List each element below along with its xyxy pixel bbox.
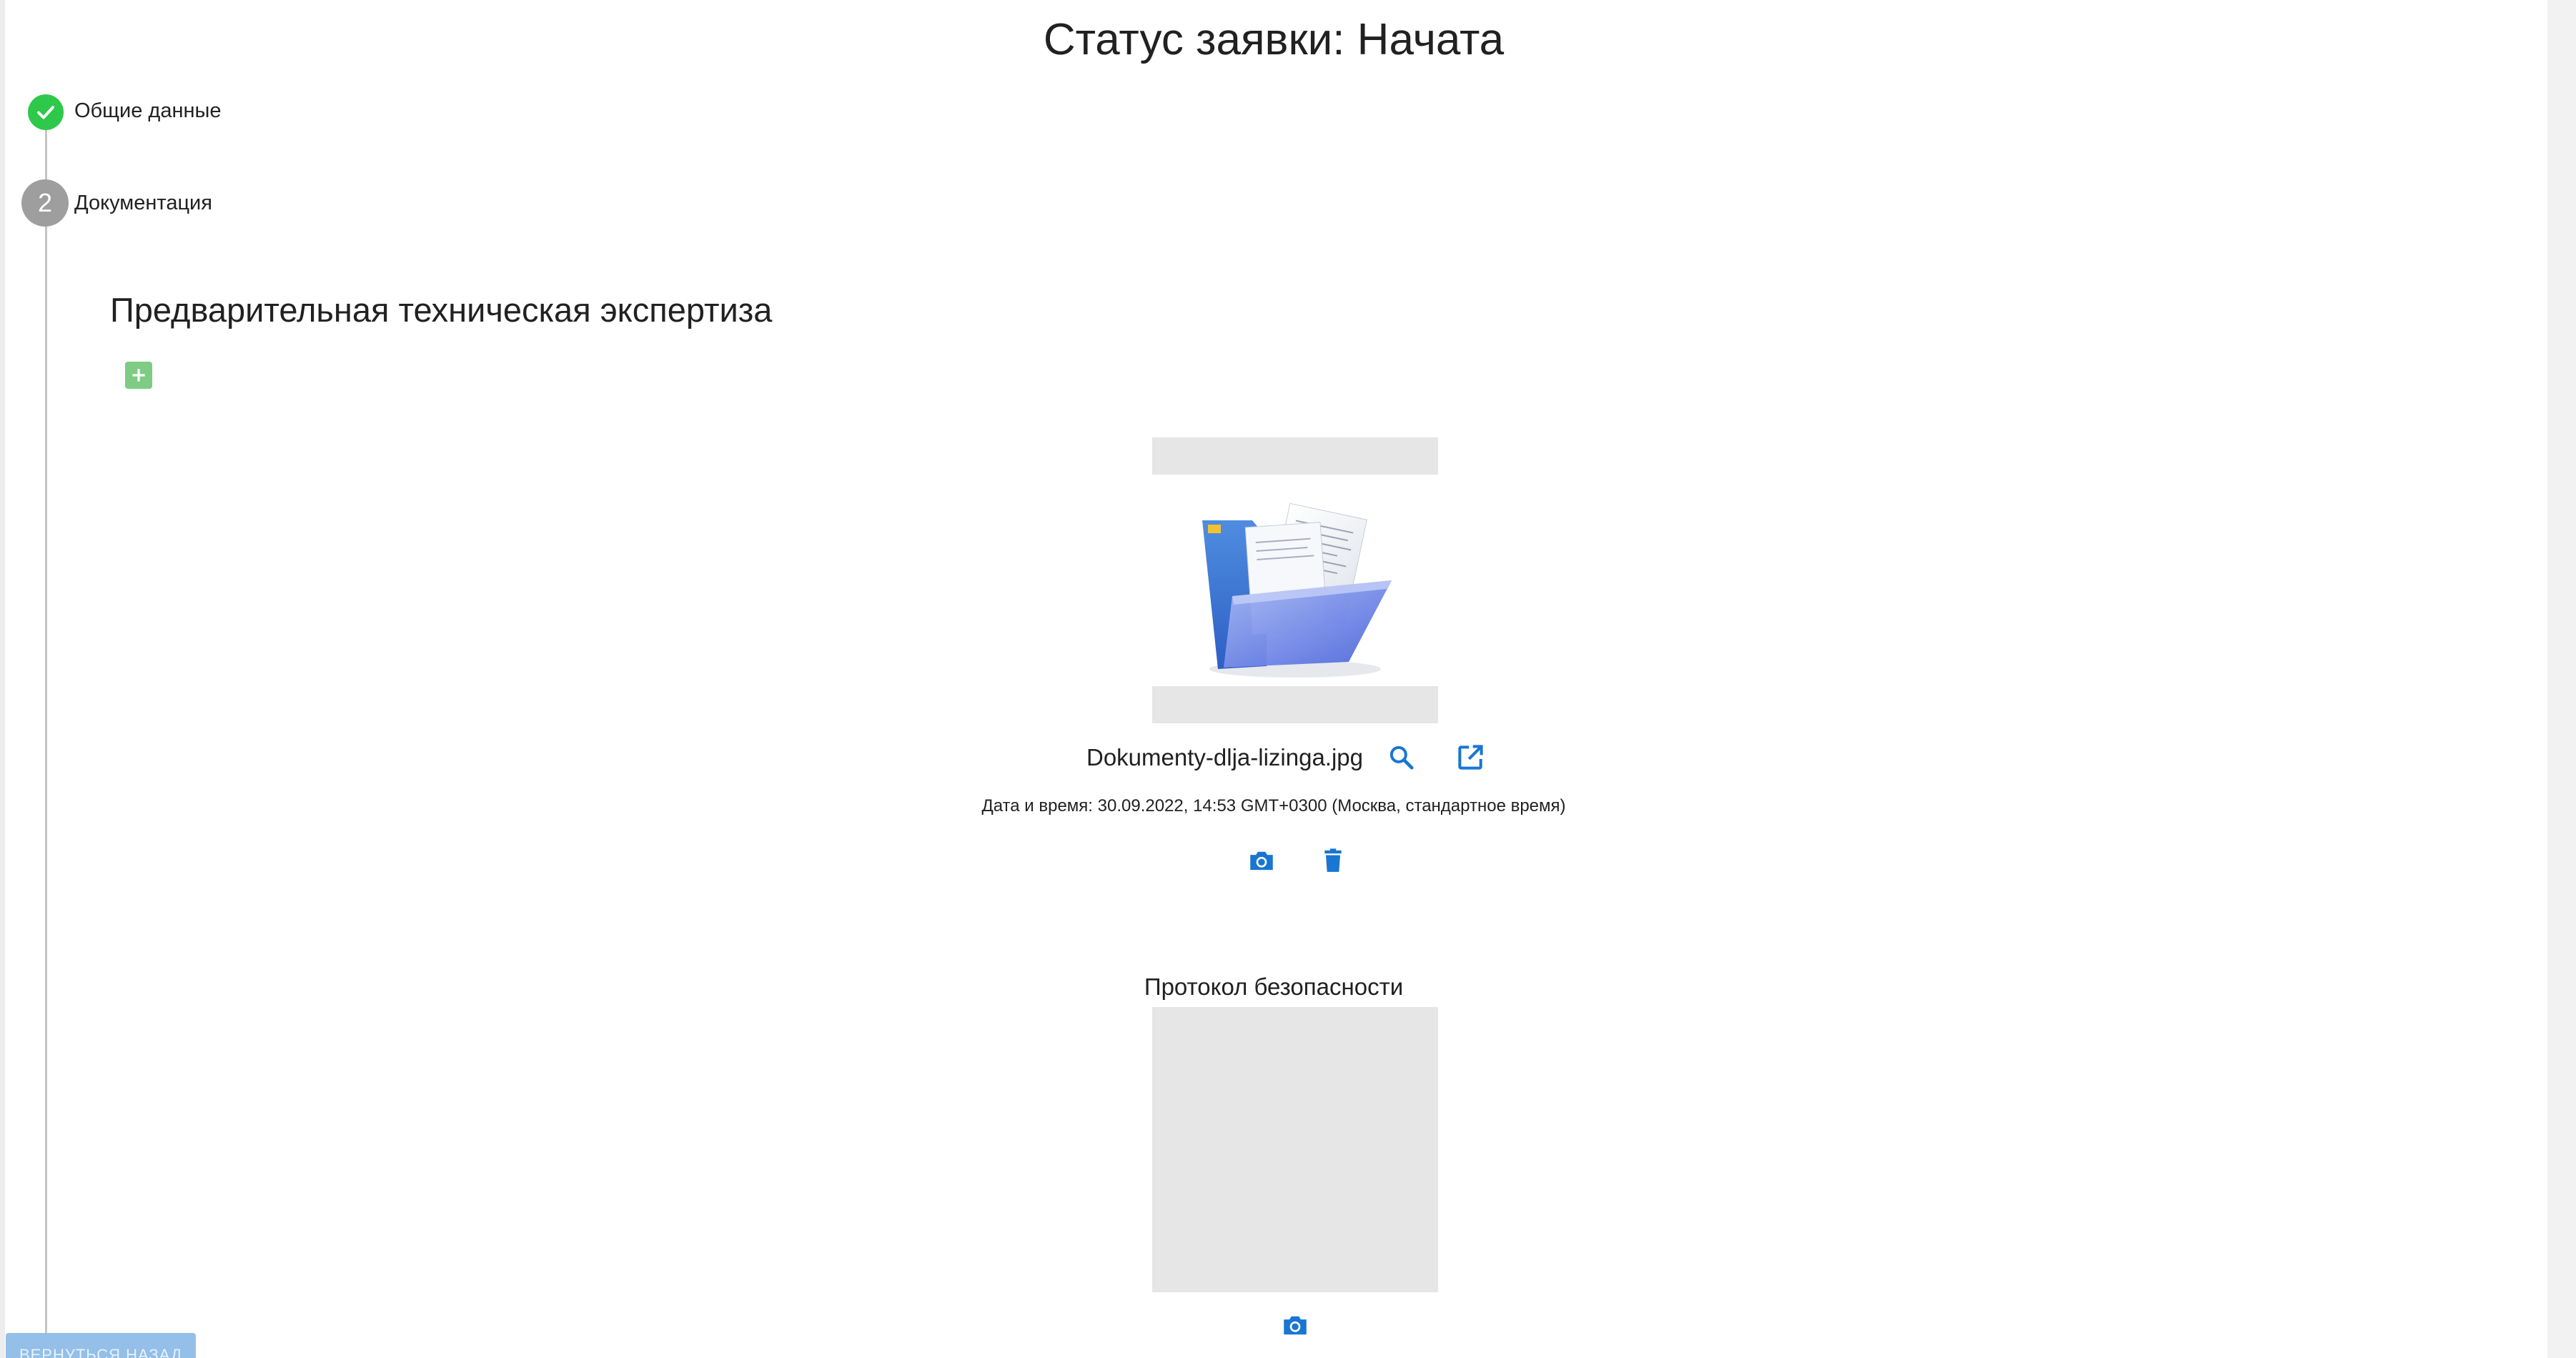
upload-datetime: Дата и время: 30.09.2022, 14:53 GMT+0300…	[981, 796, 1566, 816]
plus-square-icon	[132, 369, 145, 382]
file-row: Dokumenty-dlja-lizinga.jpg	[1086, 736, 1517, 779]
right-scroll-gutter	[2547, 0, 2576, 1358]
open-in-new-button[interactable]	[1449, 736, 1492, 779]
step-number-badge: 2	[21, 179, 69, 227]
take-photo-button[interactable]	[1240, 839, 1283, 882]
protocol-title: Протокол безопасности	[1144, 973, 1404, 1000]
camera-icon	[1284, 1316, 1307, 1335]
left-edge	[0, 0, 5, 1358]
page-title: Статус заявки: Начата	[1043, 15, 1505, 64]
folder-with-documents-image	[1152, 475, 1438, 686]
step-label-documentation[interactable]: Документация	[74, 190, 212, 216]
document-thumbnail[interactable]	[1152, 437, 1438, 723]
step-label-general[interactable]: Общие данные	[74, 98, 221, 124]
camera-icon	[1250, 851, 1273, 871]
section-title: Предварительная техническая экспертиза	[110, 291, 773, 329]
file-name: Dokumenty-dlja-lizinga.jpg	[1086, 744, 1364, 770]
add-document-button[interactable]	[125, 362, 152, 389]
delete-document-button[interactable]	[1312, 839, 1354, 882]
open-in-new-icon	[1458, 745, 1483, 770]
search-icon	[1389, 745, 1414, 770]
application-page: Статус заявки: Начата Общие данные 2 Док…	[0, 0, 2576, 1358]
preview-button[interactable]	[1380, 736, 1423, 779]
stepper-vertical-line	[45, 136, 47, 1358]
document-actions	[1240, 841, 1383, 881]
back-button[interactable]: ВЕРНУТЬСЯ НАЗАД	[6, 1333, 196, 1358]
protocol-take-photo-button[interactable]	[1274, 1304, 1317, 1347]
trash-icon	[1324, 848, 1342, 872]
protocol-image-placeholder[interactable]	[1152, 1007, 1438, 1292]
check-circle-icon	[28, 94, 64, 130]
